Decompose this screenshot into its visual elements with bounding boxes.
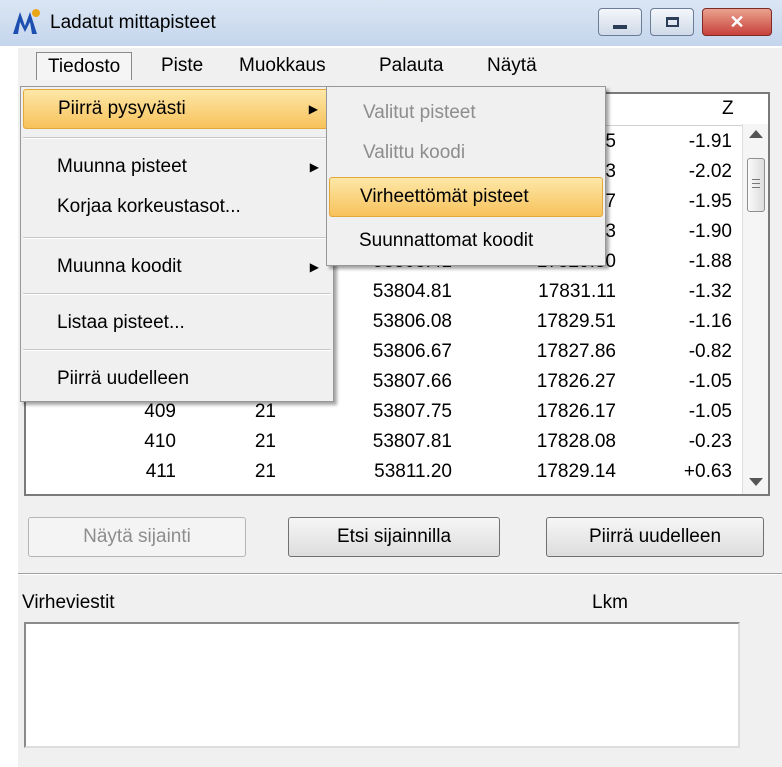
cell-z: -1.32 [688,281,732,302]
cell-z: -2.02 [688,161,732,182]
menu-palauta-label: Palauta [379,55,444,76]
menu-item-fix-elevations[interactable]: Korjaa korkeustasot... [23,187,331,227]
table-row[interactable]: 410 21 53807.81 17828.08 -0.23 [26,427,742,457]
submenu-arrow-icon: ▶ [309,160,319,174]
draw-permanently-submenu: Valitut pisteet Valittu koodi Virheettöm… [326,86,606,266]
scroll-up-icon[interactable] [749,130,763,138]
maximize-button[interactable] [650,8,694,36]
menu-item-redraw[interactable]: Piirrä uudelleen [23,359,331,399]
minimize-icon [613,25,627,29]
cell-z: -0.82 [688,341,732,362]
menu-piste-label: Piste [161,55,204,76]
submenu-item-error-free-points[interactable]: Virheettömät pisteet [329,177,603,217]
menu-separator [23,237,331,239]
search-by-location-button[interactable]: Etsi sijainnilla [288,517,500,557]
cell-z: -0.23 [688,431,732,452]
cell-z: -1.95 [688,191,732,212]
cell-x: 53807.75 [372,401,452,422]
menu-separator [23,137,331,139]
menu-item-label: Piirrä uudelleen [57,368,190,389]
maximize-icon [666,17,679,27]
error-messages-box[interactable] [24,622,740,748]
menu-separator [23,293,331,295]
grip-icon [752,179,760,180]
table-row[interactable]: 411 21 53811.20 17829.14 +0.63 [26,457,742,487]
redraw-button[interactable]: Piirrä uudelleen [546,517,764,557]
menu-tiedosto[interactable]: Tiedosto [36,52,133,80]
cell-x: 53807.81 [372,431,452,452]
close-button[interactable]: ✕ [702,8,772,36]
menu-item-label: Valitut pisteet [363,102,476,123]
cell-z: +0.63 [683,461,732,482]
minimize-button[interactable] [598,8,642,36]
cell-id: 409 [144,401,176,422]
cell-x: 53806.08 [372,311,452,332]
submenu-item-unoriented-codes[interactable]: Suunnattomat koodit [329,221,603,261]
menu-item-label: Virheettömät pisteet [360,186,529,207]
menu-separator [23,349,331,351]
cell-y: 17826.27 [536,371,616,392]
redraw-label: Piirrä uudelleen [588,526,722,547]
menu-item-list-points[interactable]: Listaa pisteet... [23,303,331,343]
search-by-location-label: Etsi sijainnilla [336,526,452,547]
count-label: Lkm [592,592,628,613]
menu-nayta[interactable]: Näytä [476,52,548,80]
cell-y: 17826.17 [536,401,616,422]
cell-y: 17827.86 [536,341,616,362]
close-icon: ✕ [729,12,745,32]
submenu-arrow-icon: ▶ [308,102,318,116]
app-logo-icon [13,9,40,34]
menu-item-label: Listaa pisteet... [57,312,185,333]
menu-bar: Tiedosto Piste Muokkaus Palauta Näytä [18,48,782,84]
cell-id: 411 [145,461,176,482]
menu-item-label: Korjaa korkeustasot... [57,196,241,217]
menu-muokkaus[interactable]: Muokkaus [228,52,337,80]
menu-item-label: Muunna koodit [57,256,182,277]
scroll-down-icon[interactable] [749,478,763,486]
cell-z: -1.90 [688,221,732,242]
cell-y: 17828.08 [536,431,616,452]
menu-nayta-label: Näytä [487,55,537,76]
menu-item-label: Piirrä pysyvästi [58,98,186,119]
cell-id: 410 [144,431,176,452]
menu-item-label: Valittu koodi [363,142,466,163]
cell-code: 21 [254,401,276,422]
cell-x: 53807.66 [372,371,452,392]
cell-y: 17829.51 [536,311,616,332]
submenu-item-selected-points[interactable]: Valitut pisteet [329,93,603,133]
cell-x: 53806.67 [372,341,452,362]
menu-tiedosto-label: Tiedosto [48,56,121,77]
cell-code: 21 [254,431,276,452]
cell-z: -1.05 [688,401,732,422]
scrollbar-thumb[interactable] [747,158,765,212]
menu-item-convert-points[interactable]: Muunna pisteet ▶ [23,147,331,187]
menu-item-label: Suunnattomat koodit [359,230,534,251]
column-header-z[interactable]: Z [722,98,734,120]
submenu-item-selected-code[interactable]: Valittu koodi [329,133,603,173]
cell-code: 21 [254,461,276,482]
cell-x: 53804.81 [372,281,452,302]
menu-piste[interactable]: Piste [150,52,214,80]
menu-item-label: Muunna pisteet [57,156,187,177]
cell-y: 17829.14 [536,461,616,482]
cell-z: -1.16 [688,311,732,332]
window-title: Ladatut mittapisteet [50,12,216,33]
menu-palauta[interactable]: Palauta [368,52,454,80]
submenu-arrow-icon: ▶ [309,260,319,274]
file-menu: Piirrä pysyvästi ▶ Muunna pisteet ▶ Korj… [20,86,334,402]
menu-muokkaus-label: Muokkaus [239,55,326,76]
cell-z: -1.88 [688,251,732,272]
section-divider [18,573,782,575]
cell-x: 53811.20 [374,461,452,482]
cell-y: 17831.11 [538,281,616,302]
show-location-button[interactable]: Näytä sijainti [28,517,246,557]
show-location-label: Näytä sijainti [83,526,191,547]
cell-z: -1.91 [688,131,732,152]
menu-item-convert-codes[interactable]: Muunna koodit ▶ [23,247,331,287]
menu-item-draw-permanently[interactable]: Piirrä pysyvästi ▶ [23,89,331,129]
cell-z: -1.05 [688,371,732,392]
error-messages-label: Virheviestit [22,592,115,613]
